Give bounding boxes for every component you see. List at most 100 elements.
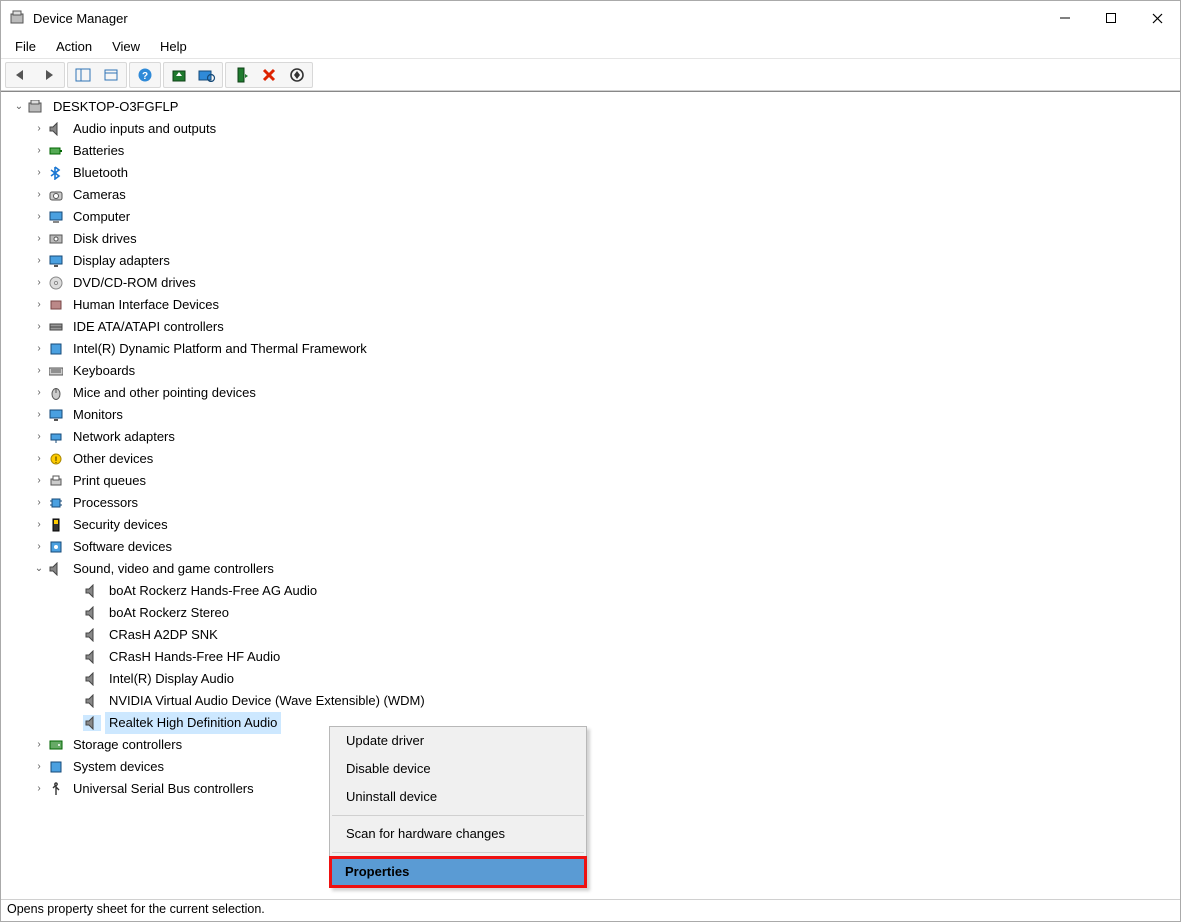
category-row[interactable]: ›Storage controllers [7,734,1180,756]
expand-icon[interactable]: › [31,426,47,448]
minimize-button[interactable] [1042,1,1088,35]
expand-icon[interactable]: › [31,734,47,756]
expand-icon[interactable]: › [31,536,47,558]
cm-uninstall-device[interactable]: Uninstall device [330,783,586,811]
other-icon: ! [47,451,65,467]
menu-file[interactable]: File [5,37,46,56]
expand-icon[interactable]: › [31,228,47,250]
collapse-icon[interactable]: ⌄ [31,558,47,580]
properties-toolbar-button[interactable] [97,63,125,87]
category-row[interactable]: ›Bluetooth [7,162,1180,184]
forward-button[interactable] [35,63,63,87]
cpu-icon [47,495,65,511]
device-row[interactable]: CRasH A2DP SNK [7,624,1180,646]
cm-scan-hardware[interactable]: Scan for hardware changes [330,820,586,848]
category-row[interactable]: › Computer [7,206,1180,228]
expand-icon[interactable]: › [31,492,47,514]
category-label: Print queues [69,470,150,492]
expand-icon[interactable]: › [31,360,47,382]
device-row[interactable]: Intel(R) Display Audio [7,668,1180,690]
expand-icon[interactable]: › [31,272,47,294]
expand-icon[interactable]: › [31,338,47,360]
category-label: Computer [69,206,134,228]
category-row[interactable]: ›Intel(R) Dynamic Platform and Thermal F… [7,338,1180,360]
computer-icon [47,209,65,225]
expand-icon[interactable]: › [31,184,47,206]
scan-hardware-button[interactable] [193,63,221,87]
category-row[interactable]: ›!Other devices [7,448,1180,470]
expand-icon[interactable]: › [31,250,47,272]
speaker-icon [83,693,101,709]
tree-root[interactable]: ⌄ DESKTOP-O3FGFLP [7,96,1180,118]
show-hide-console-tree-button[interactable] [69,63,97,87]
expand-icon[interactable]: › [31,316,47,338]
device-label: NVIDIA Virtual Audio Device (Wave Extens… [105,690,429,712]
maximize-button[interactable] [1088,1,1134,35]
device-row[interactable]: NVIDIA Virtual Audio Device (Wave Extens… [7,690,1180,712]
category-label: Audio inputs and outputs [69,118,220,140]
enable-device-button[interactable] [227,63,255,87]
device-row[interactable]: boAt Rockerz Stereo [7,602,1180,624]
disc-icon [47,275,65,291]
category-row[interactable]: ›Universal Serial Bus controllers [7,778,1180,800]
category-row[interactable]: ›Display adapters [7,250,1180,272]
category-row[interactable]: › Audio inputs and outputs [7,118,1180,140]
category-row[interactable]: ›Monitors [7,404,1180,426]
close-button[interactable] [1134,1,1180,35]
cm-update-driver[interactable]: Update driver [330,727,586,755]
menu-view[interactable]: View [102,37,150,56]
thermal-icon [47,341,65,357]
update-driver-button[interactable] [165,63,193,87]
expand-icon[interactable]: › [31,118,47,140]
svg-text:?: ? [142,71,148,82]
expand-icon[interactable]: › [31,778,47,800]
category-row[interactable]: ›Security devices [7,514,1180,536]
device-row[interactable]: CRasH Hands-Free HF Audio [7,646,1180,668]
cm-disable-device[interactable]: Disable device [330,755,586,783]
category-row[interactable]: ›Batteries [7,140,1180,162]
expand-icon[interactable]: › [31,162,47,184]
uninstall-device-button[interactable] [255,63,283,87]
category-row[interactable]: ›Disk drives [7,228,1180,250]
expand-icon[interactable]: › [31,206,47,228]
category-row[interactable]: ›Human Interface Devices [7,294,1180,316]
category-row[interactable]: ›Cameras [7,184,1180,206]
menu-action[interactable]: Action [46,37,102,56]
expand-icon[interactable]: › [31,140,47,162]
category-row[interactable]: ›IDE ATA/ATAPI controllers [7,316,1180,338]
collapse-icon[interactable]: ⌄ [11,96,27,118]
category-row[interactable]: ›Network adapters [7,426,1180,448]
category-sound[interactable]: ⌄ Sound, video and game controllers [7,558,1180,580]
cm-properties[interactable]: Properties [329,856,587,888]
back-button[interactable] [7,63,35,87]
expand-icon[interactable]: › [31,514,47,536]
expand-icon[interactable]: › [31,382,47,404]
device-row[interactable]: boAt Rockerz Hands-Free AG Audio [7,580,1180,602]
category-row[interactable]: ›Processors [7,492,1180,514]
category-row[interactable]: ›System devices [7,756,1180,778]
cm-separator [332,852,584,853]
category-row[interactable]: ›Software devices [7,536,1180,558]
security-icon [47,517,65,533]
category-row[interactable]: › Mice and other pointing devices [7,382,1180,404]
expand-icon[interactable]: › [31,404,47,426]
expand-icon[interactable]: › [31,756,47,778]
computer-name: DESKTOP-O3FGFLP [49,96,182,118]
expand-icon[interactable]: › [31,294,47,316]
expand-icon[interactable]: › [31,470,47,492]
device-row[interactable]: Realtek High Definition Audio [7,712,1180,734]
mouse-icon [47,385,65,401]
category-row[interactable]: ›DVD/CD-ROM drives [7,272,1180,294]
category-row[interactable]: › Print queues [7,470,1180,492]
category-label: Mice and other pointing devices [69,382,260,404]
menu-help[interactable]: Help [150,37,197,56]
hid-icon [47,297,65,313]
device-tree[interactable]: ⌄ DESKTOP-O3FGFLP › Audio inputs and outp… [7,96,1180,800]
system-icon [47,759,65,775]
expand-icon[interactable]: › [31,448,47,470]
speaker-icon [83,627,101,643]
category-row[interactable]: ›Keyboards [7,360,1180,382]
disable-device-button[interactable] [283,63,311,87]
help-button[interactable]: ? [131,63,159,87]
speaker-icon [47,561,65,577]
